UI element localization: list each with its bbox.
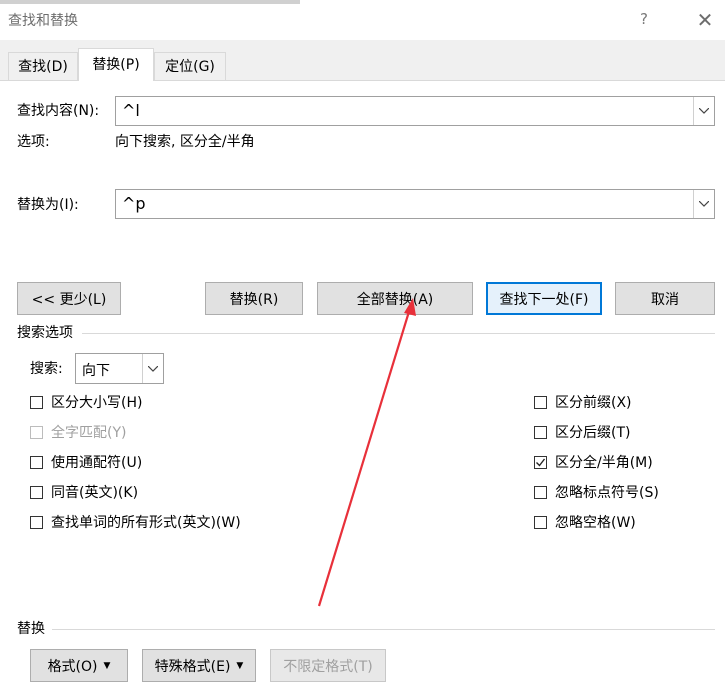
help-icon[interactable]: ? <box>640 10 648 28</box>
sounds-like-checkbox[interactable] <box>30 486 43 499</box>
replace-label: 替换为(I): <box>17 197 79 213</box>
options-label: 选项: <box>17 134 50 150</box>
ignore-punctuation-label: 忽略标点符号(S) <box>555 485 659 501</box>
tab-replace[interactable]: 替换(P) <box>78 48 154 81</box>
wildcards-label: 使用通配符(U) <box>51 455 143 471</box>
ignore-punctuation-checkbox[interactable] <box>534 486 547 499</box>
match-case-label: 区分大小写(H) <box>51 395 143 411</box>
special-button[interactable]: 特殊格式(E) ▼ <box>142 649 256 682</box>
checkmark-icon <box>536 458 546 467</box>
format-button[interactable]: 格式(O) ▼ <box>30 649 128 682</box>
whole-word-label: 全字匹配(Y) <box>51 425 127 441</box>
match-prefix-label: 区分前缀(X) <box>555 395 632 411</box>
title-bar <box>0 0 725 40</box>
replace-combobox[interactable]: ^p <box>115 189 715 219</box>
find-combobox[interactable]: ^l <box>115 96 715 126</box>
find-label: 查找内容(N): <box>17 103 100 119</box>
wildcards-checkbox[interactable] <box>30 456 43 469</box>
dropdown-arrow-icon: ▼ <box>103 660 111 671</box>
search-direction-value: 向下 <box>82 363 110 379</box>
dropdown-arrow-icon: ▼ <box>236 660 244 671</box>
search-options-divider <box>82 333 715 334</box>
title-strip <box>0 0 300 4</box>
replace-button[interactable]: 替换(R) <box>205 282 303 315</box>
less-button[interactable]: << 更少(L) <box>17 282 121 315</box>
close-icon[interactable]: ✕ <box>690 6 720 34</box>
search-options-title: 搜索选项 <box>17 325 73 341</box>
window-title: 查找和替换 <box>8 13 78 29</box>
find-input[interactable]: ^l <box>122 101 140 120</box>
replace-group-title: 替换 <box>17 621 45 637</box>
match-suffix-checkbox[interactable] <box>534 426 547 439</box>
options-value: 向下搜索, 区分全/半角 <box>115 134 255 150</box>
chevron-down-icon[interactable] <box>142 354 163 383</box>
match-width-label: 区分全/半角(M) <box>555 455 653 471</box>
sounds-like-label: 同音(英文)(K) <box>51 485 139 501</box>
chevron-down-icon[interactable] <box>693 190 714 218</box>
search-direction-select[interactable]: 向下 <box>75 353 164 384</box>
ignore-whitespace-checkbox[interactable] <box>534 516 547 529</box>
match-prefix-checkbox[interactable] <box>534 396 547 409</box>
cancel-button[interactable]: 取消 <box>615 282 715 315</box>
tab-find[interactable]: 查找(D) <box>8 52 78 80</box>
no-formatting-button[interactable]: 不限定格式(T) <box>270 649 386 682</box>
search-direction-label: 搜索: <box>30 361 63 377</box>
format-label: 格式(O) <box>47 658 98 675</box>
special-label: 特殊格式(E) <box>154 658 231 675</box>
replace-group-divider <box>52 629 715 630</box>
match-case-checkbox[interactable] <box>30 396 43 409</box>
match-width-checkbox[interactable] <box>534 456 547 469</box>
find-next-button[interactable]: 查找下一处(F) <box>486 282 602 315</box>
match-suffix-label: 区分后缀(T) <box>555 425 631 441</box>
ignore-whitespace-label: 忽略空格(W) <box>555 515 636 531</box>
whole-word-checkbox[interactable] <box>30 426 43 439</box>
all-word-forms-checkbox[interactable] <box>30 516 43 529</box>
tab-goto[interactable]: 定位(G) <box>154 52 226 80</box>
all-word-forms-label: 查找单词的所有形式(英文)(W) <box>51 515 241 531</box>
chevron-down-icon[interactable] <box>693 97 714 125</box>
replace-input[interactable]: ^p <box>122 194 146 213</box>
replace-all-button[interactable]: 全部替换(A) <box>317 282 473 315</box>
